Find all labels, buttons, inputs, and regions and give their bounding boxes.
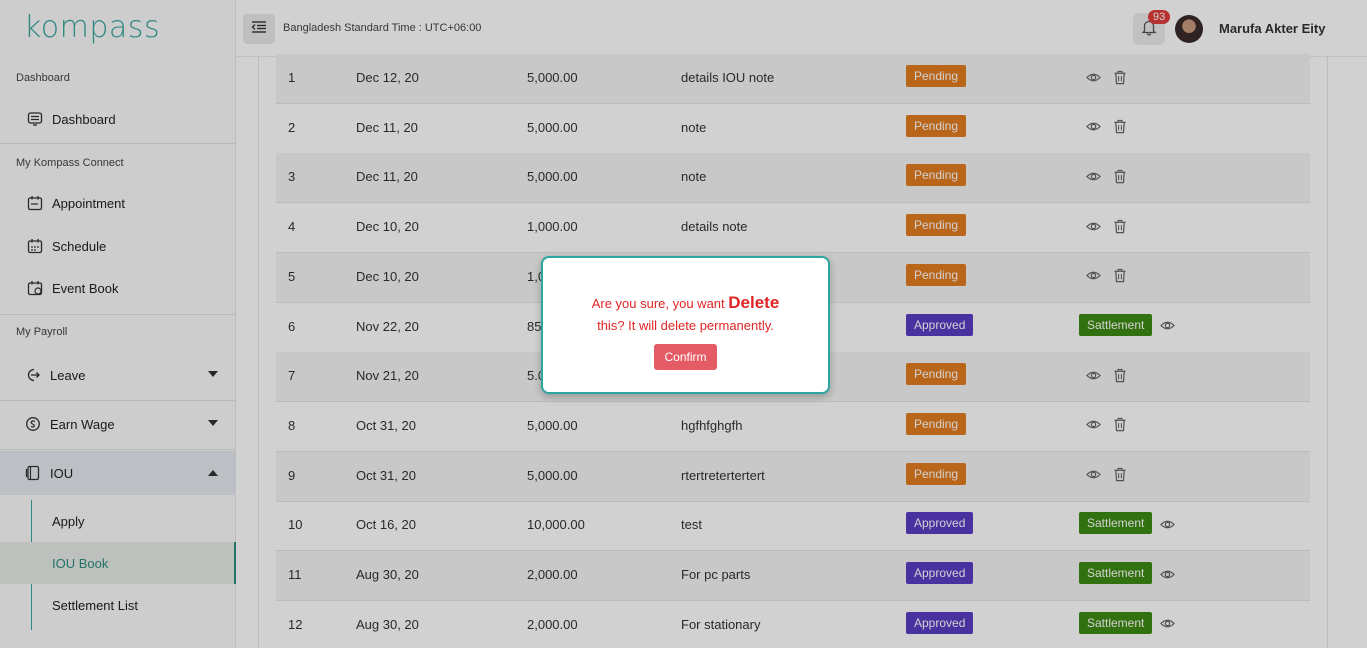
confirm-button[interactable]: Confirm: [654, 344, 717, 370]
delete-confirm-modal: Are you sure, you want Delete this? It w…: [541, 256, 830, 394]
modal-text-emphasis: Delete: [728, 293, 780, 312]
modal-text-after: this? It will delete permanently.: [597, 318, 774, 333]
modal-text-before: Are you sure, you want: [591, 296, 729, 311]
modal-message: Are you sure, you want Delete this? It w…: [543, 292, 828, 337]
